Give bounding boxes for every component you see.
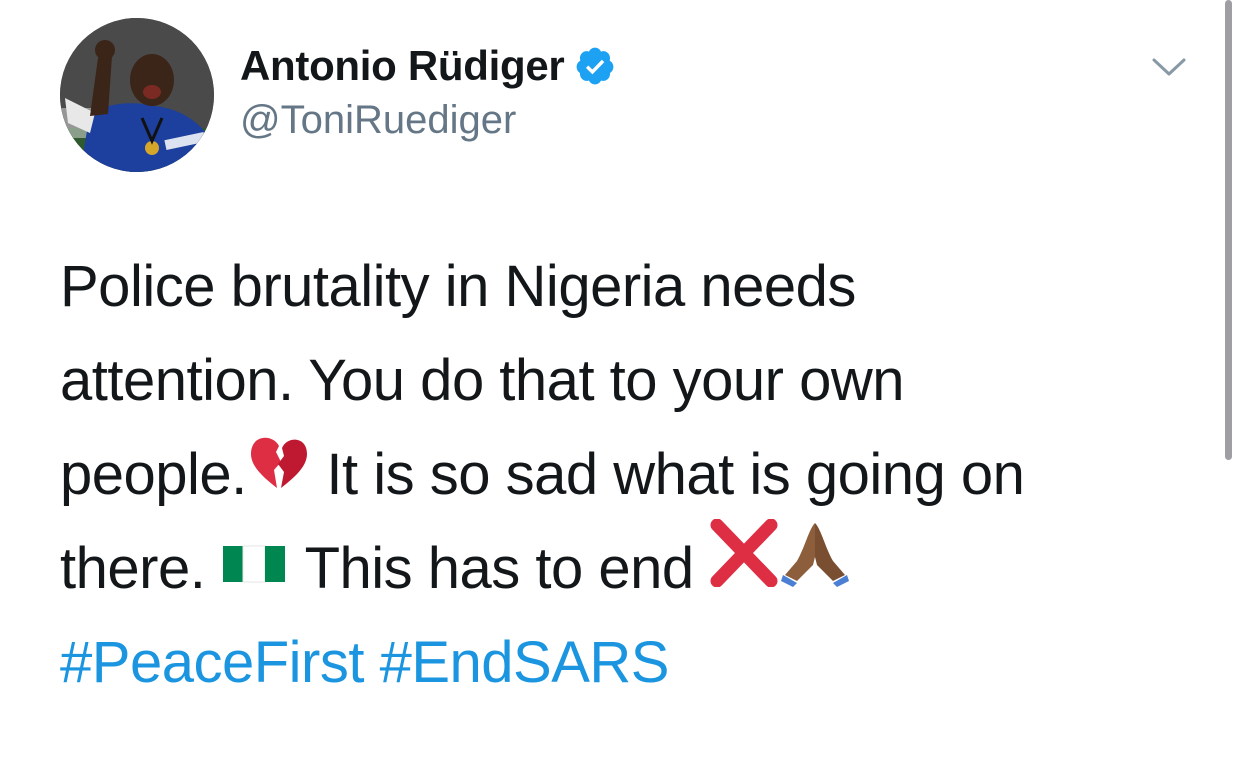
avatar[interactable] [60, 18, 214, 172]
tweet-segment: there. [60, 536, 206, 601]
cross-mark-icon [709, 518, 779, 615]
tweet-text: Police brutality in Nigeria needs attent… [60, 240, 1180, 710]
nigeria-flag-icon [221, 520, 289, 614]
user-handle[interactable]: @ToniRuediger [240, 98, 516, 143]
scrollbar[interactable] [1225, 0, 1232, 460]
verified-badge-icon [574, 45, 616, 87]
tweet-segment: It is so sad what is going on [326, 442, 1025, 507]
hashtags-line: #PeaceFirst #EndSARS [60, 616, 1180, 710]
display-name-text[interactable]: Antonio Rüdiger [240, 42, 565, 90]
avatar-photo [60, 18, 214, 172]
display-name[interactable]: Antonio Rüdiger [240, 42, 616, 90]
tweet-line: there. This has to end [60, 518, 1180, 616]
tweet-card: Antonio Rüdiger @ToniRuediger Police bru… [0, 0, 1242, 758]
chevron-down-icon[interactable] [1150, 52, 1188, 82]
folded-hands-icon [779, 517, 851, 617]
broken-heart-icon [247, 426, 311, 520]
hashtag-link[interactable]: #EndSARS [380, 630, 670, 695]
tweet-segment: This has to end [304, 536, 695, 601]
tweet-line: Police brutality in Nigeria needs [60, 254, 856, 319]
tweet-line: people. It is so sad what is going on [60, 428, 1180, 522]
hashtag-link[interactable]: #PeaceFirst [60, 630, 364, 695]
tweet-line: attention. You do that to your own [60, 348, 905, 413]
tweet-segment: people. [60, 442, 247, 507]
